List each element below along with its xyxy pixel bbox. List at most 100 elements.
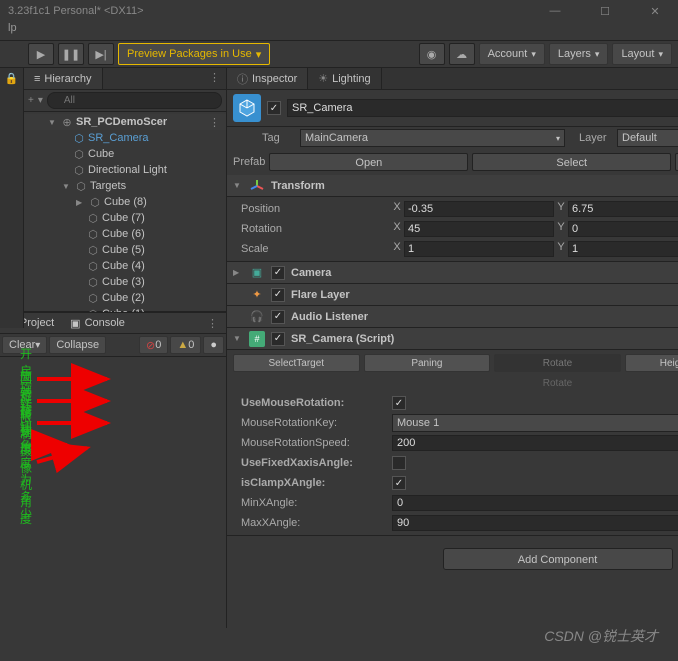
hierarchy-tab[interactable]: ≡ Hierarchy (24, 68, 103, 89)
add-button[interactable]: + (28, 95, 34, 106)
clamp-x-angle-checkbox[interactable] (392, 476, 406, 490)
inspector-tab[interactable]: ⓘInspector (227, 68, 308, 89)
tag-label: Tag (262, 132, 294, 144)
lighting-tab[interactable]: ☀Lighting (308, 68, 381, 89)
scl-x[interactable] (404, 241, 554, 257)
window-title: 3.23f1c1 Personal* <DX11> (8, 5, 144, 17)
audio-icon: 🎧 (249, 309, 265, 325)
console-tab[interactable]: ▣Console (62, 314, 133, 333)
use-mouse-rotation-checkbox[interactable] (392, 396, 406, 410)
cloud-icon[interactable]: ☁ (449, 43, 475, 65)
layer-label: Layer (579, 132, 611, 144)
pos-x[interactable] (404, 201, 554, 217)
inspector-icon: ⓘ (237, 71, 248, 87)
audio-header[interactable]: 🎧Audio Listener?⇄⋮ (227, 306, 678, 328)
pos-y[interactable] (568, 201, 678, 217)
transform-icon (249, 178, 265, 194)
scene-menu-icon[interactable]: ⋮ (209, 116, 226, 129)
empty-icon: ⬡ (74, 179, 88, 193)
hierarchy-item[interactable]: ⬡Cube (5) (24, 242, 226, 258)
inspector-header: Static▾ (227, 90, 678, 127)
info-icon: ● (210, 339, 217, 351)
mouse-rotation-key-dropdown[interactable]: Mouse 1 (392, 414, 678, 432)
rot-y[interactable] (568, 221, 678, 237)
scene-row[interactable]: ▼⊕SR_PCDemoScer⋮ (24, 114, 226, 130)
hierarchy-item[interactable]: ⬡Cube (24, 146, 226, 162)
annotation-overlay: 开启旋转 旋转按钮 旋转速度 固定俯视角度为多少 限制摄像机角度 (0, 357, 226, 479)
hierarchy-tree: ▼⊕SR_PCDemoScer⋮ ⬡SR_Camera ⬡Cube ⬡Direc… (24, 112, 226, 312)
prefab-icon: ⬡ (72, 131, 86, 145)
hierarchy-item[interactable]: ⬡Cube (4) (24, 258, 226, 274)
minimize-button[interactable]: — (540, 5, 570, 18)
warn-count[interactable]: ▲0 (170, 336, 201, 354)
tab-heightscale[interactable]: Height/Scale (625, 354, 678, 372)
account-dropdown[interactable]: Account (479, 43, 545, 65)
maximize-button[interactable]: ☐ (590, 5, 620, 18)
hierarchy-item[interactable]: ⬡Cube (7) (24, 210, 226, 226)
panel-menu-icon[interactable]: ⋮ (203, 317, 222, 330)
object-name-field[interactable] (287, 99, 678, 117)
console-icon: ▣ (70, 317, 80, 330)
camera-header[interactable]: ▶▣Camera?⇄⋮ (227, 262, 678, 284)
collab-icon[interactable]: ◉ (419, 43, 445, 65)
max-x-angle-field[interactable] (392, 515, 678, 531)
tag-dropdown[interactable]: MainCamera (300, 129, 565, 147)
close-button[interactable]: ✕ (640, 5, 670, 18)
pause-button[interactable]: ❚❚ (58, 43, 84, 65)
flare-icon: ✦ (249, 287, 265, 303)
script-icon: # (249, 331, 265, 347)
lighting-icon: ☀ (318, 72, 328, 85)
light-icon: ⬡ (72, 163, 86, 177)
hierarchy-item[interactable]: ⬡Cube (6) (24, 226, 226, 242)
audio-enable[interactable] (271, 310, 285, 324)
play-button[interactable]: ▶ (28, 43, 54, 65)
layers-dropdown[interactable]: Layers (549, 43, 609, 65)
hierarchy-item[interactable]: ⬡Cube (2) (24, 290, 226, 306)
active-checkbox[interactable] (267, 101, 281, 115)
rot-x[interactable] (404, 221, 554, 237)
layout-dropdown[interactable]: Layout (612, 43, 672, 65)
flare-header[interactable]: ✦Flare Layer?⇄⋮ (227, 284, 678, 306)
prefab-label: Prefab (233, 156, 265, 168)
min-x-angle-field[interactable] (392, 495, 678, 511)
unity-icon: ⊕ (60, 115, 74, 129)
mouse-rotation-speed-field[interactable] (392, 435, 678, 451)
flare-enable[interactable] (271, 288, 285, 302)
prefab-select-button[interactable]: Select (472, 153, 671, 171)
hierarchy-item[interactable]: ▶⬡Cube (8) (24, 194, 226, 210)
script-enable[interactable] (271, 332, 285, 346)
lock-icon[interactable]: 🔒 (5, 72, 19, 85)
hierarchy-item[interactable]: ⬡Cube (3) (24, 274, 226, 290)
hierarchy-item[interactable]: ▼⬡Targets (24, 178, 226, 194)
tab-menu-icon[interactable]: ⋮ (203, 68, 226, 89)
tab-selecttarget[interactable]: SelectTarget (233, 354, 360, 372)
menu-item[interactable]: lp (8, 22, 17, 34)
script-header[interactable]: ▼#SR_Camera (Script)?⇄⋮ (227, 328, 678, 350)
collapse-button[interactable]: Collapse (49, 336, 106, 354)
tab-rotate[interactable]: Rotate (494, 354, 621, 372)
hierarchy-search[interactable] (47, 92, 222, 109)
error-count[interactable]: ⊘0 (139, 336, 168, 354)
use-fixed-xaxis-checkbox[interactable] (392, 456, 406, 470)
main-toolbar: ▶ ❚❚ ▶| Preview Packages in Use▾ ◉ ☁ Acc… (0, 40, 678, 68)
add-component-button[interactable]: Add Component (443, 548, 673, 570)
hierarchy-icon: ≡ (34, 73, 40, 85)
prefab-open-button[interactable]: Open (269, 153, 468, 171)
warn-icon: ▲ (177, 339, 188, 351)
camera-icon: ▣ (249, 265, 265, 281)
error-icon: ⊘ (146, 339, 155, 352)
camera-enable[interactable] (271, 266, 285, 280)
gameobject-icon[interactable] (233, 94, 261, 122)
layer-dropdown[interactable]: Default (617, 129, 678, 147)
tab-paning[interactable]: Paning (364, 354, 491, 372)
window-titlebar: 3.23f1c1 Personal* <DX11> — ☐ ✕ (0, 0, 678, 22)
preview-packages-button[interactable]: Preview Packages in Use▾ (118, 43, 270, 65)
cube-icon: ⬡ (72, 147, 86, 161)
hierarchy-item[interactable]: ⬡SR_Camera (24, 130, 226, 146)
watermark: CSDN @锐士英才 (544, 626, 658, 646)
info-count[interactable]: ● (203, 336, 224, 354)
transform-header[interactable]: ▼ Transform ?⇄⋮ (227, 175, 678, 197)
scl-y[interactable] (568, 241, 678, 257)
step-button[interactable]: ▶| (88, 43, 114, 65)
hierarchy-item[interactable]: ⬡Directional Light (24, 162, 226, 178)
